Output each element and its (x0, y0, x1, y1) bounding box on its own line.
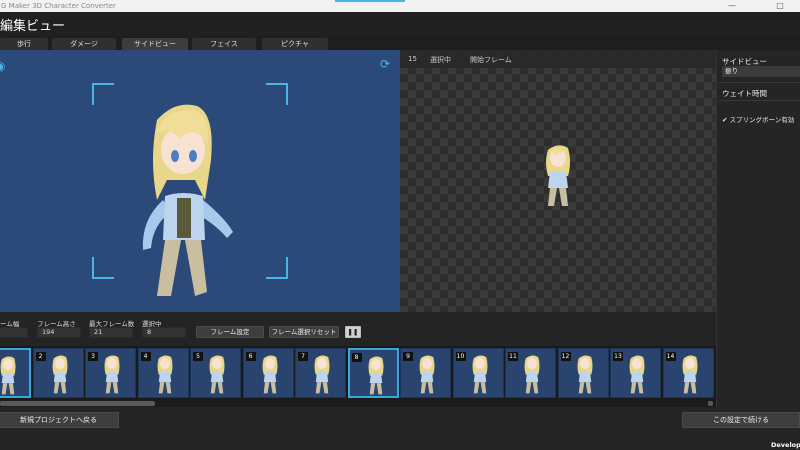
sprite-character (546, 145, 570, 206)
3d-viewport[interactable]: ◉ ⟳ (0, 50, 400, 312)
footer-bar: 新規プロジェクトへ戻る この設定で続ける Developme (0, 407, 800, 450)
wait-time-label: ウェイト時間 (722, 89, 767, 98)
character-model (142, 104, 233, 296)
frame-character (524, 355, 540, 394)
frame-strip: 2 3 4 5 6 7 8 9 10 11 12 13 14 (0, 346, 716, 400)
frame-character (52, 355, 67, 394)
frame-thumbnail[interactable]: 10 (452, 348, 504, 398)
frame-corner-bottom-right (266, 257, 288, 279)
frame-character (419, 355, 435, 394)
frame-character (262, 355, 277, 394)
frame-thumbnail[interactable]: 6 (242, 348, 294, 398)
frame-thumbnail[interactable]: 9 (400, 348, 451, 398)
spring-bone-label: スプリングボーン有効 (729, 116, 795, 124)
tab-face[interactable]: フェイス (192, 38, 256, 50)
motion-select[interactable]: 振り (722, 66, 800, 77)
frame-width-input[interactable] (0, 327, 28, 338)
frame-thumbnail[interactable]: 5 (190, 348, 241, 398)
tab-picture[interactable]: ピクチャ (262, 38, 328, 50)
refresh-icon[interactable]: ⟳ (380, 58, 390, 70)
frame-settings-button[interactable]: フレーム設定 (196, 326, 264, 338)
frame-number-badge: 3 (88, 352, 98, 361)
frame-character (629, 355, 645, 394)
frame-character (368, 356, 383, 395)
dev-label: Developme (771, 441, 800, 449)
tab-damage[interactable]: ダメージ (52, 38, 116, 50)
frame-number-badge: 10 (455, 352, 466, 361)
preview-start-frame-label: 開始フレーム (470, 56, 512, 64)
settings-panel: サイドビュー 振り ウェイト時間 ✔ スプリングボーン有効 (716, 50, 800, 407)
frame-corner-top-right (266, 83, 288, 105)
scrollbar-end (708, 401, 713, 406)
frame-number-badge: 11 (508, 352, 518, 361)
frame-height-input[interactable]: 194 (37, 327, 81, 338)
frame-number-badge: 14 (665, 352, 676, 361)
frame-controls: ーム幅 フレーム高さ 194 最大フレーム数 21 選択中 8 フレーム設定 フ… (0, 312, 716, 346)
frame-number-badge: 8 (351, 353, 362, 362)
spring-bone-checkbox[interactable]: ✔ スプリングボーン有効 (722, 114, 794, 124)
frame-character (104, 355, 120, 394)
frame-corner-bottom-left (92, 257, 114, 279)
frame-number-badge: 5 (193, 352, 203, 361)
maximize-icon[interactable]: □ (774, 0, 786, 12)
frame-thumbnail[interactable]: 4 (137, 348, 189, 398)
frame-thumbnail[interactable]: 14 (662, 348, 714, 398)
tab-bar: 歩行 ダメージ サイドビュー フェイス ピクチャ (0, 36, 716, 50)
frame-thumbnail[interactable] (0, 348, 31, 398)
frame-corner-top-left (92, 83, 114, 105)
frame-thumbnail[interactable]: 3 (85, 348, 136, 398)
tab-sideview[interactable]: サイドビュー (122, 38, 188, 50)
preview-toolbar: 15 選択中 開始フレーム (400, 50, 716, 68)
frame-character (577, 355, 592, 394)
frame-character (209, 355, 225, 394)
max-frames-input[interactable]: 21 (89, 327, 133, 338)
frame-number-badge: 2 (35, 352, 46, 361)
scrollbar-thumb[interactable] (0, 401, 155, 406)
checkmark-icon: ✔ (722, 116, 728, 124)
frame-number-badge: 12 (560, 352, 571, 361)
pause-icon[interactable]: ❚❚ (345, 326, 361, 338)
frame-thumbnail[interactable]: 12 (557, 348, 609, 398)
frame-character (314, 355, 330, 394)
reset-selection-button[interactable]: フレーム選択リセット (269, 326, 339, 338)
back-to-new-project-button[interactable]: 新規プロジェクトへ戻る (0, 412, 119, 428)
frame-number-badge: 6 (245, 352, 256, 361)
selected-input[interactable]: 8 (142, 327, 186, 338)
frame-thumbnail[interactable]: 8 (347, 348, 399, 398)
frame-thumbnail[interactable]: 11 (505, 348, 556, 398)
minimize-icon[interactable]: — (726, 0, 738, 12)
window-title: G Maker 3D Character Converter (1, 2, 116, 10)
titlebar-accent (335, 0, 405, 2)
frame-number-badge: 7 (298, 352, 308, 361)
tab-walk[interactable]: 歩行 (0, 38, 48, 50)
frame-character (0, 356, 16, 395)
page-title: 編集ビュー (0, 19, 66, 34)
frame-number-badge: 4 (140, 352, 151, 361)
continue-with-settings-button[interactable]: この設定で続ける (682, 412, 800, 428)
globe-icon[interactable]: ◉ (0, 60, 5, 72)
frame-strip-scrollbar[interactable] (0, 400, 716, 407)
divider (719, 82, 800, 83)
sprite-preview[interactable]: 15 選択中 開始フレーム (400, 50, 716, 312)
frame-number-badge: 13 (613, 352, 623, 361)
preview-frame-number: 15 (408, 55, 417, 63)
frame-character (472, 355, 487, 394)
frame-thumbnail[interactable]: 2 (32, 348, 84, 398)
window-titlebar: G Maker 3D Character Converter — □ (0, 0, 800, 12)
frame-character (157, 355, 172, 394)
divider (719, 100, 800, 101)
frame-number-badge: 9 (403, 352, 413, 361)
frame-thumbnail[interactable]: 7 (295, 348, 346, 398)
preview-selecting-label: 選択中 (430, 56, 451, 64)
page-header: 編集ビュー (0, 12, 800, 36)
frame-thumbnail[interactable]: 13 (610, 348, 661, 398)
frame-character (682, 355, 697, 394)
